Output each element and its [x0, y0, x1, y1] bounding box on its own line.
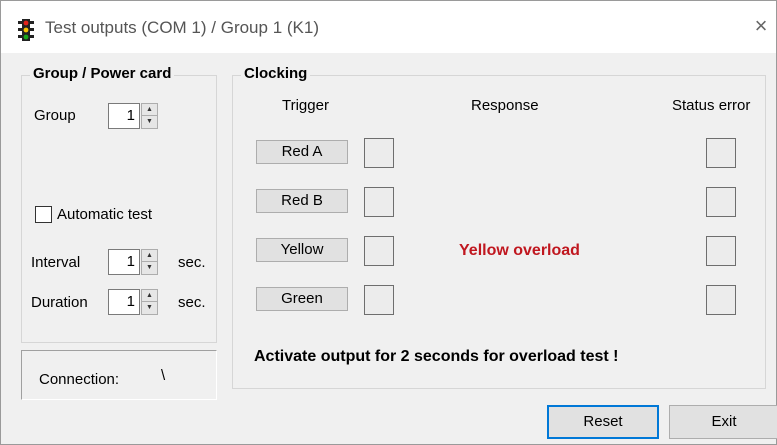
- close-icon[interactable]: ×: [749, 14, 773, 38]
- spin-down-icon[interactable]: ▼: [142, 262, 157, 274]
- duration-unit: sec.: [178, 294, 206, 311]
- test-outputs-window: Test outputs (COM 1) / Group 1 (K1) × Gr…: [0, 0, 777, 445]
- duration-spin-buttons[interactable]: ▲ ▼: [141, 289, 158, 315]
- automatic-test-checkbox[interactable]: [35, 206, 52, 223]
- reset-button[interactable]: Reset: [547, 405, 659, 439]
- group-spin-buttons[interactable]: ▲ ▼: [141, 103, 158, 129]
- yellow-overload-response: Yellow overload: [459, 242, 580, 259]
- status-error-indicator-green: [706, 285, 736, 315]
- connection-value: \: [161, 367, 166, 384]
- group-input[interactable]: 1: [108, 103, 140, 129]
- status-error-header: Status error: [672, 97, 751, 114]
- duration-label: Duration: [31, 294, 88, 311]
- trigger-green-button[interactable]: Green: [256, 287, 348, 311]
- group-power-card-legend: Group / Power card: [30, 65, 175, 82]
- window-title: Test outputs (COM 1) / Group 1 (K1): [45, 18, 319, 37]
- response-indicator-red-a: [364, 138, 394, 168]
- spin-up-icon[interactable]: ▲: [142, 290, 157, 302]
- overload-test-note: Activate output for 2 seconds for overlo…: [254, 348, 619, 365]
- response-header: Response: [471, 97, 539, 114]
- interval-input[interactable]: 1: [108, 249, 140, 275]
- interval-unit: sec.: [178, 254, 206, 271]
- response-indicator-green: [364, 285, 394, 315]
- interval-label: Interval: [31, 254, 81, 271]
- trigger-header: Trigger: [282, 97, 329, 114]
- spin-down-icon[interactable]: ▼: [142, 116, 157, 128]
- group-label: Group: [34, 107, 76, 124]
- interval-spin-buttons[interactable]: ▲ ▼: [141, 249, 158, 275]
- connection-label: Connection:: [39, 371, 120, 388]
- spin-down-icon[interactable]: ▼: [142, 302, 157, 314]
- traffic-light-icon: [18, 19, 34, 41]
- spin-up-icon[interactable]: ▲: [142, 250, 157, 262]
- exit-button[interactable]: Exit: [669, 405, 777, 439]
- spin-up-icon[interactable]: ▲: [142, 104, 157, 116]
- trigger-yellow-button[interactable]: Yellow: [256, 238, 348, 262]
- clocking-box: Clocking: [232, 65, 766, 389]
- trigger-red-a-button[interactable]: Red A: [256, 140, 348, 164]
- clocking-legend: Clocking: [241, 65, 311, 82]
- response-indicator-red-b: [364, 187, 394, 217]
- status-error-indicator-red-b: [706, 187, 736, 217]
- title-bar: Test outputs (COM 1) / Group 1 (K1) ×: [1, 1, 776, 53]
- duration-input[interactable]: 1: [108, 289, 140, 315]
- automatic-test-label[interactable]: Automatic test: [57, 206, 152, 223]
- status-error-indicator-yellow: [706, 236, 736, 266]
- trigger-red-b-button[interactable]: Red B: [256, 189, 348, 213]
- response-indicator-yellow: [364, 236, 394, 266]
- status-error-indicator-red-a: [706, 138, 736, 168]
